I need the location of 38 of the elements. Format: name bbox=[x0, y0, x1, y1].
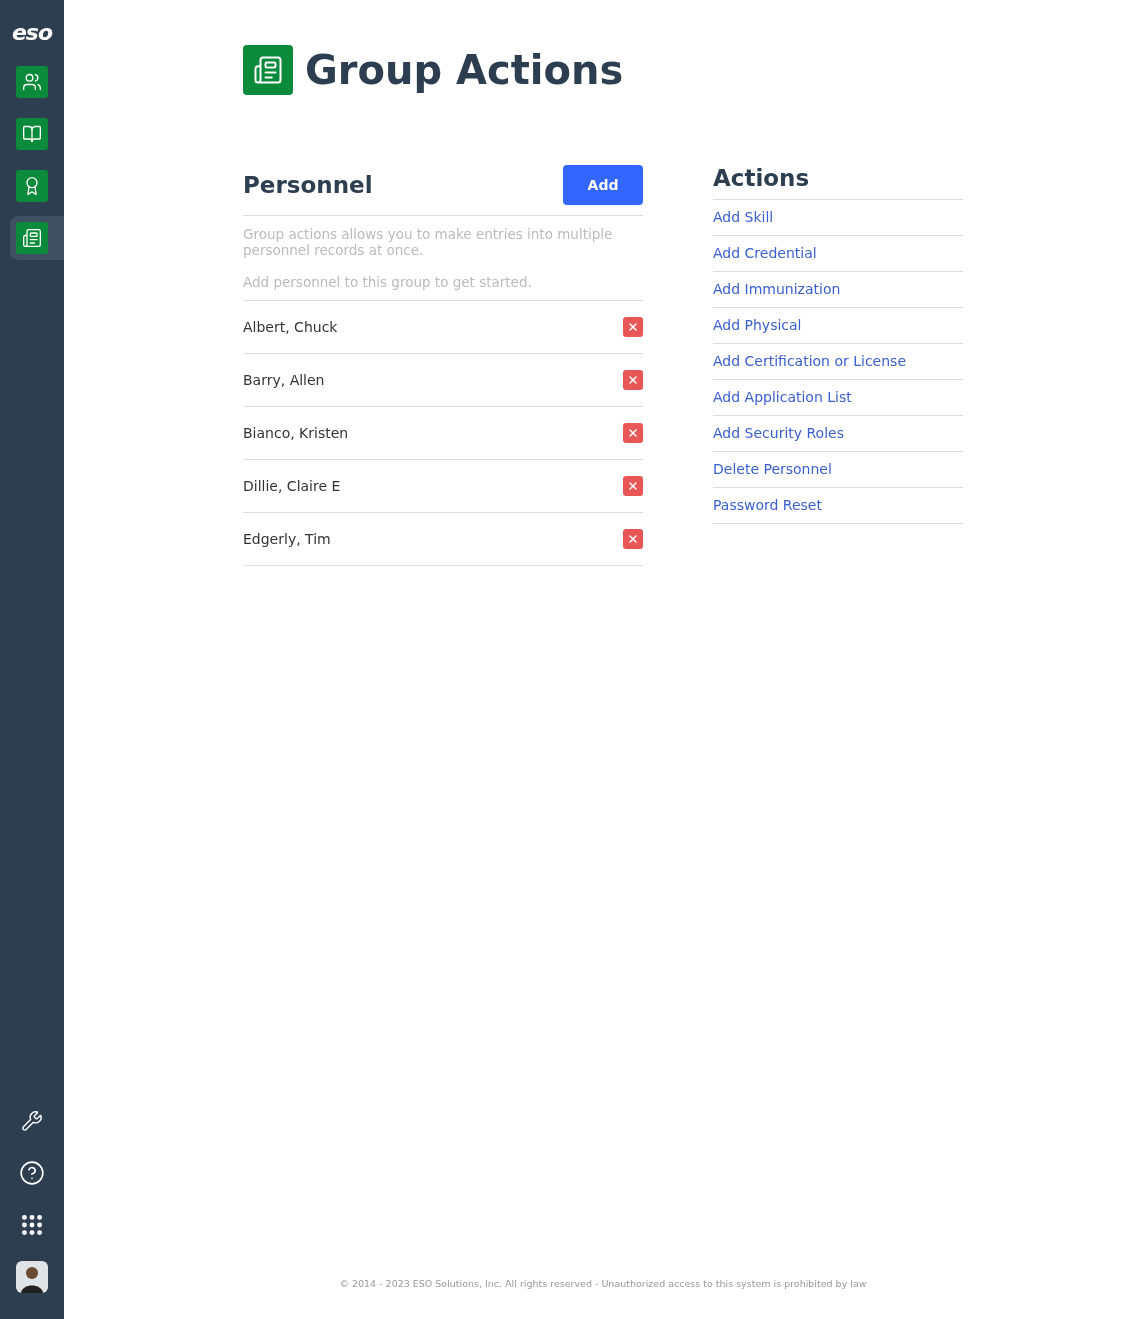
logo[interactable]: eso bbox=[11, 20, 53, 46]
remove-button[interactable] bbox=[623, 529, 643, 549]
close-icon bbox=[627, 321, 639, 333]
section-title: Actions bbox=[713, 165, 811, 191]
people-icon bbox=[22, 72, 42, 92]
description: Group actions allows you to make entries into multiple personnel records at once. bbox=[243, 226, 614, 258]
personnel-name: Dillie, Claire E bbox=[243, 478, 341, 494]
action-link[interactable]: Add Application List bbox=[713, 380, 963, 416]
close-icon bbox=[627, 480, 639, 492]
remove-button[interactable] bbox=[623, 317, 643, 337]
personnel-name: Edgerly, Tim bbox=[243, 531, 331, 547]
action-link[interactable]: Add Certification or License bbox=[713, 344, 963, 380]
action-link[interactable]: Add Credential bbox=[713, 236, 963, 272]
action-link[interactable]: Add Immunization bbox=[713, 272, 963, 308]
action-link[interactable]: Add Physical bbox=[713, 308, 963, 344]
remove-button[interactable] bbox=[623, 370, 643, 390]
personnel-name: Albert, Chuck bbox=[243, 319, 338, 335]
close-icon bbox=[627, 374, 639, 386]
action-link[interactable]: Add Security Roles bbox=[713, 416, 963, 452]
add-button[interactable]: Add bbox=[563, 165, 643, 205]
hint-text: Add personnel to this group to get started. bbox=[243, 274, 643, 301]
page-title: Group Actions bbox=[305, 47, 624, 93]
action-link[interactable]: Password Reset bbox=[713, 488, 963, 524]
close-icon bbox=[627, 533, 639, 545]
nav-button[interactable] bbox=[10, 216, 64, 260]
group-actions-icon bbox=[243, 45, 293, 95]
personnel-name: Barry, Allen bbox=[243, 372, 325, 388]
newspaper-icon bbox=[22, 228, 42, 248]
action-link[interactable]: Delete Personnel bbox=[713, 452, 963, 488]
remove-button[interactable] bbox=[623, 423, 643, 443]
remove-button[interactable] bbox=[623, 476, 643, 496]
personnel-name: Bianco, Kristen bbox=[243, 425, 349, 441]
book-icon bbox=[22, 124, 42, 144]
action-link[interactable]: Add Skill bbox=[713, 200, 963, 236]
copyright-text: © 2014 - 2023 ESO Solutions, Inc. All rights reserved - Unauthorized access to this system is prohibited by law bbox=[338, 1278, 868, 1291]
close-icon bbox=[627, 427, 639, 439]
section-title: Personnel bbox=[243, 172, 373, 198]
avatar[interactable] bbox=[16, 1261, 48, 1293]
